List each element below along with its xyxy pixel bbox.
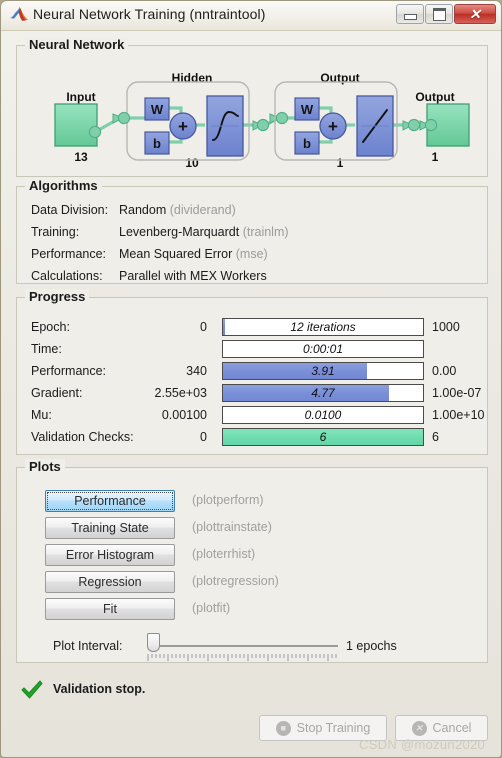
progress-min: 340 <box>186 364 207 378</box>
progress-bar: 0.0100 <box>222 406 424 424</box>
progress-value: 4.77 <box>311 386 335 400</box>
progress-value: 6 <box>319 430 327 444</box>
green-check-icon <box>20 679 44 701</box>
plot-button-performance[interactable]: Performance <box>45 490 175 512</box>
algorithm-value: Random (dividerand) <box>119 203 236 217</box>
neural-network-panel: Neural Network Input 13 Hidden 10 Output… <box>16 37 488 177</box>
algorithm-value-text: Random <box>119 203 167 217</box>
plot-button-fit[interactable]: Fit <box>45 598 175 620</box>
progress-value: 0.0100 <box>304 408 342 422</box>
progress-min: 0.00100 <box>161 408 207 422</box>
title-bar: Neural Network Training (nntraintool) ✕ <box>1 1 501 31</box>
progress-bar: 12 iterations <box>222 318 424 336</box>
progress-max: 1.00e-07 <box>432 386 482 400</box>
plot-interval-slider[interactable] <box>147 633 160 652</box>
algorithm-value-text: Parallel with MEX Workers <box>119 269 267 283</box>
network-diagram: W b + W b + <box>54 81 470 161</box>
plot-interval-track[interactable] <box>153 645 338 647</box>
window-title: Neural Network Training (nntraintool) <box>33 6 266 22</box>
plot-button-label: Error Histogram <box>65 548 155 562</box>
matlab-membrane-icon <box>9 6 29 25</box>
maximize-button[interactable] <box>425 4 453 24</box>
plot-function-name: (plotperform) <box>192 493 264 507</box>
status-message: Validation stop. <box>53 682 146 696</box>
algorithm-value: Mean Squared Error (mse) <box>119 247 268 261</box>
plot-button-label: Fit <box>103 602 117 616</box>
progress-min: 2.55e+03 <box>154 386 207 400</box>
progress-bar: 4.77 <box>222 384 424 402</box>
svg-text:W: W <box>301 102 314 117</box>
svg-text:+: + <box>178 117 188 136</box>
progress-legend: Progress <box>25 289 90 304</box>
svg-text:+: + <box>328 117 338 136</box>
svg-text:W: W <box>151 102 164 117</box>
algorithm-fn: (dividerand) <box>169 203 236 217</box>
plot-interval-label: Plot Interval: <box>53 639 123 653</box>
algorithm-value: Levenberg-Marquardt (trainlm) <box>119 225 289 239</box>
algorithm-value-text: Levenberg-Marquardt <box>119 225 240 239</box>
progress-bar: 6 <box>222 428 424 446</box>
algorithm-value-text: Mean Squared Error <box>119 247 233 261</box>
algorithm-fn: (trainlm) <box>242 225 289 239</box>
progress-row-time: Time: 0:00:01 <box>17 340 489 359</box>
plot-button-error-histogram[interactable]: Error Histogram <box>45 544 175 566</box>
algorithm-key: Data Division: <box>31 203 109 217</box>
progress-label: Gradient: <box>31 386 83 400</box>
progress-max: 0.00 <box>432 364 457 378</box>
algorithm-key: Calculations: <box>31 269 103 283</box>
status-bar: Validation stop. <box>16 679 488 705</box>
progress-value: 12 iterations <box>290 320 356 334</box>
progress-max: 6 <box>432 430 439 444</box>
watermark: CSDN @mozun2020 <box>359 737 486 752</box>
plot-function-name: (plotfit) <box>192 601 231 615</box>
progress-row-epoch: Epoch: 0 12 iterations 1000 <box>17 318 489 337</box>
plot-button-training-state[interactable]: Training State <box>45 517 175 539</box>
progress-label: Mu: <box>31 408 52 422</box>
progress-min: 0 <box>200 320 207 334</box>
stop-training-label: Stop Training <box>296 721 371 735</box>
cancel-x-icon: ✕ <box>411 720 427 736</box>
nntraintool-window: Neural Network Training (nntraintool) ✕ … <box>0 0 502 758</box>
progress-label: Time: <box>31 342 62 356</box>
close-button[interactable]: ✕ <box>454 4 496 24</box>
progress-value: 3.91 <box>311 364 335 378</box>
progress-row-validation-checks: Validation Checks: 0 6 6 <box>17 428 489 447</box>
plots-legend: Plots <box>25 459 65 474</box>
progress-max: 1000 <box>432 320 460 334</box>
cancel-label: Cancel <box>432 721 472 735</box>
progress-row-performance: Performance: 340 3.91 0.00 <box>17 362 489 381</box>
plot-function-name: (ploterrhist) <box>192 547 256 561</box>
plot-button-regression[interactable]: Regression <box>45 571 175 593</box>
progress-min: 0 <box>200 430 207 444</box>
algorithms-panel: Algorithms Data Division: Random (divide… <box>16 178 488 284</box>
plot-function-name: (plottrainstate) <box>192 520 272 534</box>
window-controls: ✕ <box>396 4 496 24</box>
minimize-button[interactable] <box>396 4 424 24</box>
progress-row-gradient: Gradient: 2.55e+03 4.77 1.00e-07 <box>17 384 489 403</box>
progress-max: 1.00e+10 <box>432 408 485 422</box>
plot-interval-ticks <box>147 654 337 661</box>
progress-bar: 0:00:01 <box>222 340 424 358</box>
svg-text:b: b <box>303 136 311 151</box>
plot-button-label: Regression <box>78 575 142 589</box>
stop-icon: ■ <box>275 720 291 736</box>
algorithm-fn: (mse) <box>235 247 268 261</box>
algorithm-key: Performance: <box>31 247 107 261</box>
plot-function-name: (plotregression) <box>192 574 279 588</box>
progress-label: Epoch: <box>31 320 70 334</box>
plot-button-label: Training State <box>71 521 149 535</box>
plots-panel: Plots Performance (plotperform) Training… <box>16 459 488 663</box>
algorithms-legend: Algorithms <box>25 178 102 193</box>
progress-panel: Progress Epoch: 0 12 iterations 1000 Tim… <box>16 289 489 455</box>
progress-bar: 3.91 <box>222 362 424 380</box>
algorithm-value: Parallel with MEX Workers <box>119 269 267 283</box>
algorithm-key: Training: <box>31 225 80 239</box>
svg-text:b: b <box>153 136 161 151</box>
progress-value: 0:00:01 <box>302 342 344 356</box>
focus-ring <box>47 492 173 510</box>
progress-row-mu: Mu: 0.00100 0.0100 1.00e+10 <box>17 406 489 425</box>
plot-interval-value: 1 epochs <box>346 639 397 653</box>
